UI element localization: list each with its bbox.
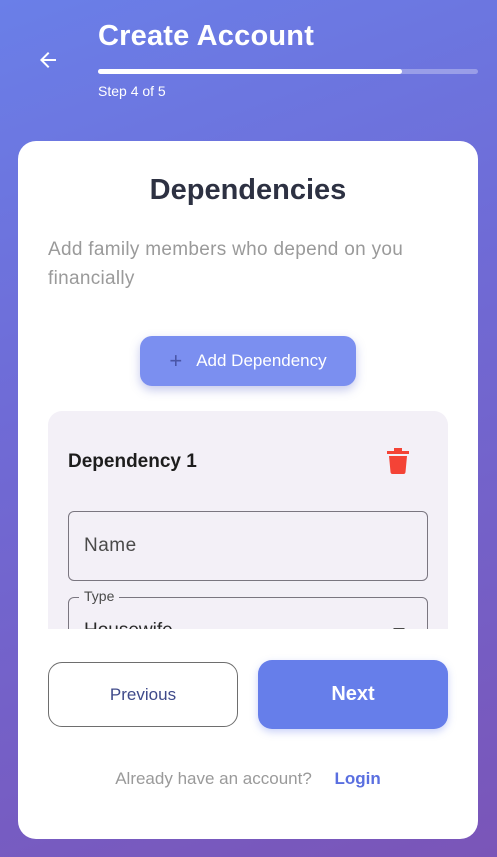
dependencies-list[interactable]: Dependency 1 Type Housewife bbox=[48, 411, 448, 629]
page-title: Create Account bbox=[98, 20, 315, 52]
trash-icon bbox=[387, 448, 409, 474]
form-card: Dependencies Add family members who depe… bbox=[18, 141, 478, 839]
header: Create Account Step 4 of 5 bbox=[0, 0, 497, 130]
next-button[interactable]: Next bbox=[258, 660, 448, 729]
login-link[interactable]: Login bbox=[335, 769, 381, 788]
delete-dependency-button[interactable] bbox=[385, 447, 411, 475]
add-dependency-button[interactable]: + Add Dependency bbox=[140, 336, 356, 386]
dropdown-arrow-icon bbox=[393, 628, 405, 629]
previous-button[interactable]: Previous bbox=[48, 662, 238, 727]
login-question: Already have an account? bbox=[115, 769, 312, 788]
type-label: Type bbox=[79, 588, 120, 604]
login-prompt: Already have an account? Login bbox=[18, 769, 478, 789]
section-subtitle: Add family members who depend on you fin… bbox=[48, 239, 404, 289]
progress-bar-fill bbox=[98, 69, 402, 74]
dependency-card: Dependency 1 Type Housewife bbox=[48, 411, 448, 629]
add-dependency-label: Add Dependency bbox=[196, 351, 327, 370]
dependency-title: Dependency 1 bbox=[68, 451, 197, 472]
section-title: Dependencies bbox=[149, 174, 347, 206]
progress-bar bbox=[98, 69, 478, 74]
back-button[interactable] bbox=[30, 42, 66, 78]
arrow-left-icon bbox=[40, 52, 56, 68]
step-label: Step 4 of 5 bbox=[98, 83, 166, 99]
name-input[interactable] bbox=[68, 511, 428, 581]
type-select[interactable]: Type Housewife bbox=[68, 588, 428, 629]
type-value: Housewife bbox=[84, 620, 173, 629]
plus-icon: + bbox=[169, 348, 183, 373]
